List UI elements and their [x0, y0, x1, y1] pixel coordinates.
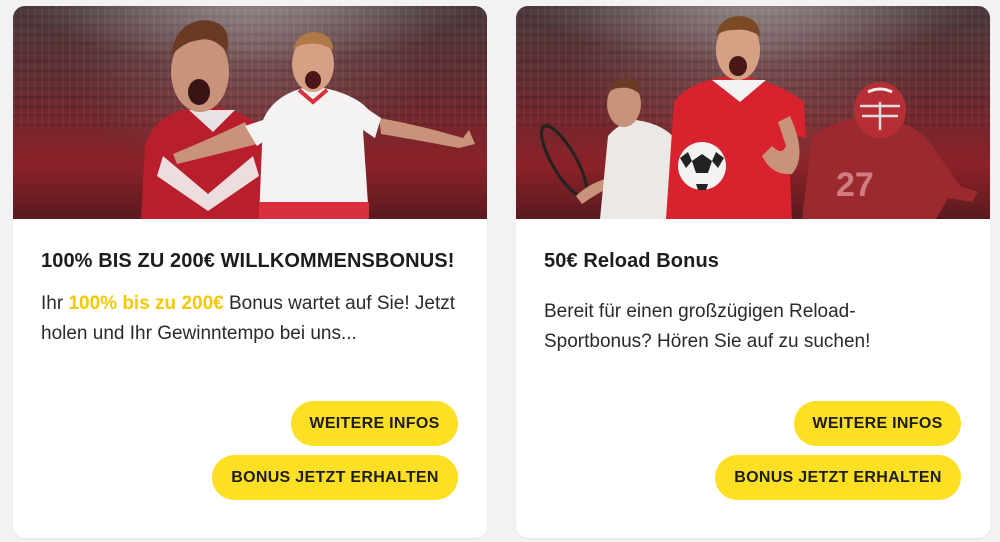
promotions-grid: 100% BIS ZU 200€ WILLKOMMENSBONUS! Ihr 1… [0, 0, 1000, 542]
more-info-button[interactable]: WEITERE INFOS [794, 401, 961, 446]
promo-description-prefix: Ihr [41, 293, 69, 314]
svg-text:27: 27 [836, 166, 874, 204]
promo-description-highlight: 100% bis zu 200€ [68, 293, 224, 314]
tennis-player-figure [539, 78, 684, 219]
promo-description: Bereit für einen großzügigen Reload-Spor… [544, 301, 871, 352]
get-bonus-button[interactable]: BONUS JETZT ERHALTEN [212, 455, 458, 500]
promo-actions: WEITERE INFOS BONUS JETZT ERHALTEN [715, 401, 961, 500]
promo-actions: WEITERE INFOS BONUS JETZT ERHALTEN [212, 401, 458, 500]
player-left-figure [141, 20, 279, 219]
promo-card-welcome-bonus: 100% BIS ZU 200€ WILLKOMMENSBONUS! Ihr 1… [13, 6, 487, 538]
american-football-player-figure: 27 [802, 82, 978, 219]
promo-banner-image [13, 6, 487, 219]
promo-card-body: 50€ Reload Bonus Bereit für einen großzü… [544, 247, 962, 357]
more-info-button[interactable]: WEITERE INFOS [291, 401, 458, 446]
football-player-center-figure [666, 16, 806, 219]
promo-description: Ihr 100% bis zu 200€ Bonus wartet auf Si… [41, 289, 459, 349]
promo-card-body: 100% BIS ZU 200€ WILLKOMMENSBONUS! Ihr 1… [41, 247, 459, 349]
promo-title: 100% BIS ZU 200€ WILLKOMMENSBONUS! [41, 250, 455, 272]
promo-title: 50€ Reload Bonus [544, 250, 719, 272]
football-players-illustration [141, 20, 475, 219]
promo-card-reload-bonus: 27 50€ Reload Bonus Bereit für einen gro… [516, 6, 990, 538]
promo-banner-image: 27 [516, 6, 990, 219]
multi-sport-athletes-illustration: 27 [539, 16, 978, 219]
get-bonus-button[interactable]: BONUS JETZT ERHALTEN [715, 455, 961, 500]
